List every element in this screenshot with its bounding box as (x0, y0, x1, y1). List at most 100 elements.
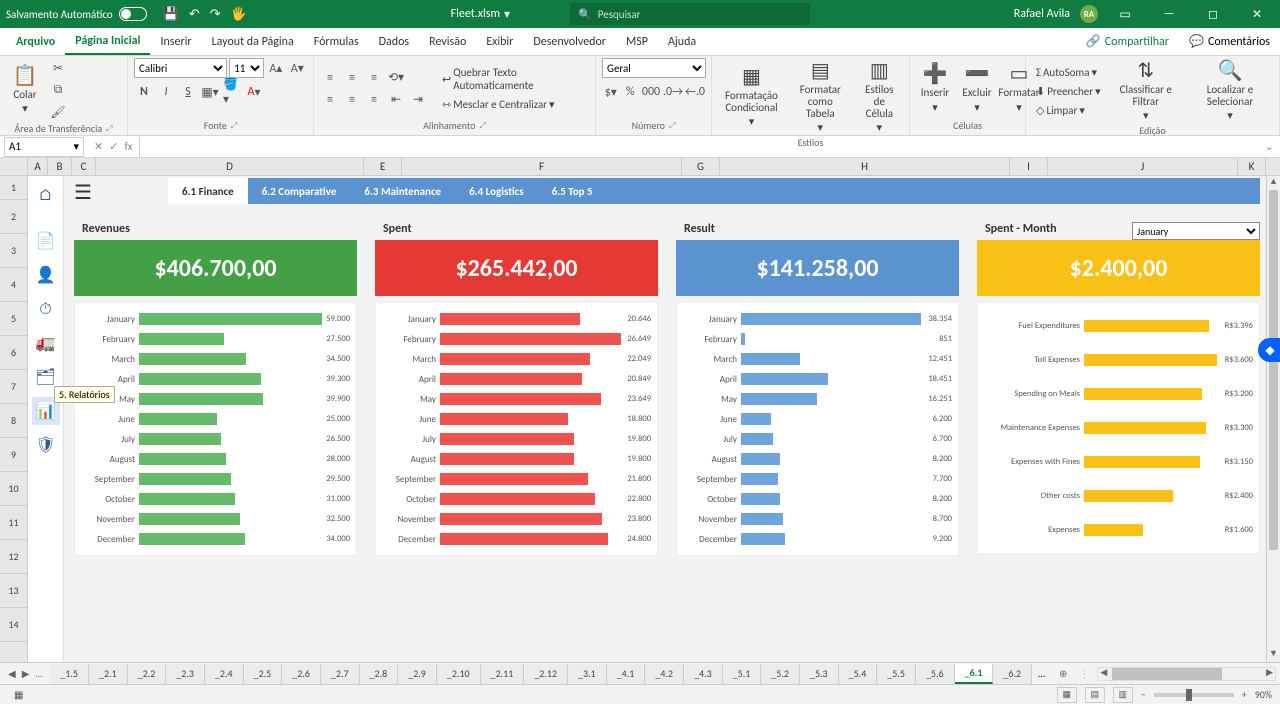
zoom-in-icon[interactable]: + (1242, 688, 1247, 701)
zoom-level[interactable]: 90% (1255, 688, 1272, 701)
sheet-tab[interactable]: _5.6 (916, 664, 955, 684)
ribbon-options-icon[interactable]: ▭ (1108, 0, 1142, 28)
sheet-tab[interactable]: _4.1 (607, 664, 646, 684)
sheet-tab[interactable]: _2.7 (321, 664, 360, 684)
italic-icon[interactable]: I (156, 82, 176, 102)
bold-icon[interactable]: N (134, 82, 154, 102)
normal-view-icon[interactable]: ▦ (1057, 687, 1077, 703)
scroll-up-icon[interactable]: ▲ (1267, 176, 1280, 190)
redo-icon[interactable]: ↷ (210, 7, 221, 22)
name-box[interactable]: A1▾ (4, 137, 84, 157)
sheet-nav-next-icon[interactable]: ▶ (22, 667, 30, 680)
ribbon-tab-layout-da-página[interactable]: Layout da Página (202, 28, 304, 55)
align-bottom-icon[interactable]: ≡ (364, 68, 384, 88)
column-header[interactable]: E (364, 158, 402, 175)
row-header[interactable]: 10 (0, 472, 27, 506)
align-center-icon[interactable]: ≡ (342, 90, 362, 110)
ribbon-tab-desenvolvedor[interactable]: Desenvolvedor (523, 28, 616, 55)
clear-button[interactable]: ◇ Limpar ▾ (1032, 102, 1105, 119)
dashboard-tab[interactable]: 6.2 Comparative (248, 178, 351, 204)
underline-icon[interactable]: S (178, 82, 198, 102)
row-header[interactable]: 3 (0, 234, 27, 268)
column-header[interactable]: H (720, 158, 1010, 175)
accept-formula-icon[interactable]: ✓ (109, 140, 118, 153)
dashboard-tab[interactable]: 6.1 Finance (168, 178, 248, 204)
format-painter-icon[interactable]: 🖌 (48, 102, 68, 122)
close-icon[interactable]: ✕ (1240, 0, 1274, 28)
wrap-text-button[interactable]: ↩ Quebrar Texto Automaticamente (438, 64, 589, 94)
nav-user-icon[interactable]: 👤 (32, 261, 60, 289)
currency-icon[interactable]: $▾ (602, 82, 620, 102)
sheet-tab[interactable]: _5.5 (877, 664, 916, 684)
number-format-select[interactable]: Geral (602, 58, 706, 78)
add-sheet-icon[interactable]: ⊕ (1051, 667, 1075, 680)
border-icon[interactable]: ▦▾ (200, 82, 220, 102)
column-header[interactable]: G (682, 158, 720, 175)
sheet-tab[interactable]: _2.2 (128, 664, 167, 684)
ribbon-tab-exibir[interactable]: Exibir (476, 28, 523, 55)
scroll-right-icon[interactable]: ▶ (1266, 667, 1273, 678)
nav-report-icon[interactable]: 📄 (32, 227, 60, 255)
nav-gauge-icon[interactable]: ⏱ (32, 295, 60, 323)
row-header[interactable]: 9 (0, 438, 27, 472)
decrease-indent-icon[interactable]: ⇤ (386, 90, 406, 110)
orientation-icon[interactable]: ⟲▾ (386, 68, 406, 88)
select-all-corner[interactable] (0, 158, 28, 175)
share-button[interactable]: 🔗 Compartilhar (1076, 28, 1179, 55)
ribbon-tab-fórmulas[interactable]: Fórmulas (304, 28, 369, 55)
sheet-tab[interactable]: _5.1 (723, 664, 762, 684)
zoom-out-icon[interactable]: − (1141, 688, 1146, 701)
column-header[interactable]: J (1048, 158, 1238, 175)
column-header[interactable]: C (72, 158, 96, 175)
row-header[interactable]: 8 (0, 404, 27, 438)
horizontal-scrollbar[interactable]: ◀ ▶ (1097, 667, 1276, 681)
row-header[interactable]: 5 (0, 302, 27, 336)
row-header[interactable]: 1 (0, 176, 27, 200)
sheet-tab[interactable]: _5.2 (761, 664, 800, 684)
sheet-tab[interactable]: _3.1 (568, 664, 607, 684)
column-header[interactable]: K (1238, 158, 1266, 175)
sheet-nav-more-icon[interactable]: … (35, 667, 42, 680)
row-header[interactable]: 11 (0, 506, 27, 540)
conditional-formatting-button[interactable]: ▦Formatação Condicional ▾ (718, 64, 785, 130)
formula-input[interactable] (139, 137, 1259, 157)
dialog-launcher-icon[interactable]: ⤢ (231, 121, 237, 131)
dialog-launcher-icon[interactable]: ⤢ (479, 121, 485, 131)
cancel-formula-icon[interactable]: ✕ (94, 140, 103, 153)
menu-icon[interactable]: ☰ (74, 180, 92, 205)
font-color-icon[interactable]: A▾ (244, 82, 264, 102)
cell-canvas[interactable]: ⌂ 📄 👤 ⏱ 🚛 🗂 📊 🛡 5. Relatórios ☰ 6.1 Fina… (28, 176, 1266, 662)
nav-home-icon[interactable]: ⌂ (32, 181, 60, 209)
row-header[interactable]: 7 (0, 370, 27, 404)
ribbon-tab-revisão[interactable]: Revisão (419, 28, 476, 55)
chevron-down-icon[interactable]: ▾ (504, 7, 510, 22)
scroll-thumb[interactable] (1269, 190, 1278, 550)
delete-cells-button[interactable]: ➖Excluir▾ (958, 61, 996, 115)
decrease-decimal-icon[interactable]: ←.0 (685, 82, 705, 102)
comments-button[interactable]: 💬 Comentários (1179, 28, 1280, 55)
sheet-tab[interactable]: _2.5 (244, 664, 283, 684)
page-layout-view-icon[interactable]: ▤ (1085, 687, 1105, 703)
scroll-thumb[interactable] (1112, 668, 1222, 680)
sheet-tab[interactable]: _6.2 (993, 664, 1032, 684)
dialog-launcher-icon[interactable]: ⤢ (669, 121, 675, 131)
column-header[interactable]: D (96, 158, 364, 175)
format-as-table-button[interactable]: ▤Formatar como Tabela ▾ (789, 58, 852, 136)
scroll-down-icon[interactable]: ▼ (1267, 648, 1280, 662)
sheet-tab[interactable]: _1.5 (50, 664, 89, 684)
dashboard-tab[interactable]: 6.5 Top 5 (538, 178, 607, 204)
increase-indent-icon[interactable]: ⇥ (408, 90, 428, 110)
row-header[interactable]: 6 (0, 336, 27, 370)
dropbox-icon[interactable]: ◆ (1258, 338, 1280, 362)
chevron-down-icon[interactable]: ▾ (73, 140, 79, 153)
minimize-icon[interactable]: — (1152, 0, 1186, 28)
sheet-tab[interactable]: _2.10 (437, 664, 481, 684)
nav-truck-icon[interactable]: 🚛 (32, 329, 60, 357)
nav-shield-icon[interactable]: 🛡 (32, 431, 60, 459)
row-header[interactable]: 2 (0, 200, 27, 234)
touch-mode-icon[interactable]: 🖐 (231, 7, 247, 22)
paste-button[interactable]: 📋Colar▾ (6, 63, 44, 117)
cut-icon[interactable]: ✂ (48, 58, 68, 78)
ribbon-tab-página-inicial[interactable]: Página Inicial (65, 28, 150, 55)
sheet-nav-prev-icon[interactable]: ◀ (8, 667, 16, 680)
